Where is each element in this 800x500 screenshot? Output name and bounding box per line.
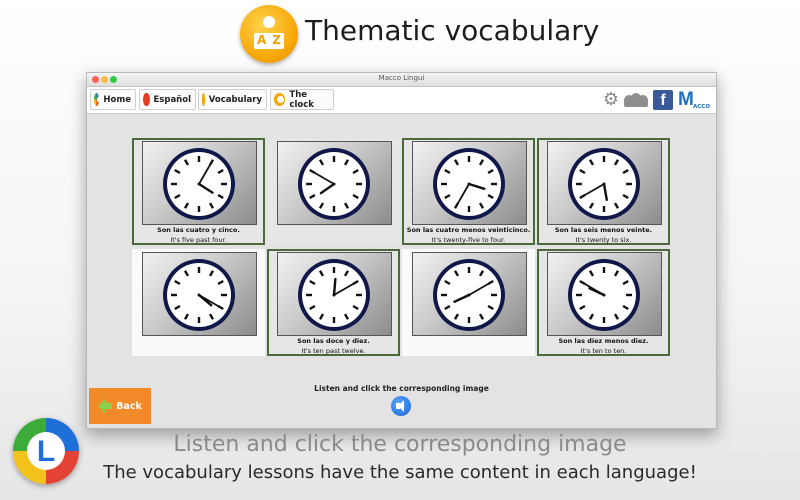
back-button[interactable]: Back	[89, 388, 151, 424]
clock-card-7[interactable]	[402, 249, 535, 356]
promo-title: Thematic vocabulary	[305, 14, 600, 47]
clock-card-english-caption: It's twenty to six.	[575, 236, 632, 244]
vocabulary-badge-icon: A Z	[240, 5, 298, 63]
tab-vocabulary[interactable]: Vocabulary	[198, 89, 267, 110]
back-button-label: Back	[116, 400, 142, 412]
back-arrow-icon	[98, 399, 113, 413]
macco-logo-letter: M	[678, 89, 694, 110]
clock-card-2[interactable]	[267, 138, 400, 245]
promo-subtitle: Listen and click the corresponding image	[173, 432, 627, 457]
app-window: Macco Lingui Home Español Vocabulary The…	[86, 72, 717, 429]
home-logo-icon	[94, 93, 105, 106]
badge-letter-z: Z	[272, 33, 281, 47]
badge-letter-a: A	[257, 33, 267, 47]
clock-card-spanish-caption: Son las cuatro y cinco.	[157, 226, 240, 234]
tab-home[interactable]: Home	[90, 89, 136, 110]
tab-espanol-label: Español	[153, 94, 192, 105]
tab-home-label: Home	[103, 94, 131, 105]
tab-espanol[interactable]: Español	[139, 89, 196, 110]
spanish-flag-icon	[143, 93, 150, 106]
clock-card-spanish-caption: Son las seis menos veinte.	[554, 226, 653, 234]
toolbar-right-icons: ⚙ f M ACCO	[603, 88, 712, 112]
clock-card-6[interactable]: Son las doce y diez. It's ten past twelve…	[267, 249, 400, 356]
clock-card-spanish-caption: Son las cuatro menos veinticinco.	[406, 226, 531, 234]
clock-card-1[interactable]: Son las cuatro y cinco. It's five past fo…	[132, 138, 265, 245]
macco-logo-text: ACCO	[693, 104, 711, 110]
clock-face-icon	[163, 148, 235, 220]
facebook-icon[interactable]: f	[653, 90, 673, 110]
speaker-icon[interactable]	[391, 396, 411, 416]
clock-card-english-caption: It's ten past twelve.	[301, 347, 366, 355]
window-title: Macco Lingui	[378, 74, 425, 82]
clock-card-3[interactable]: Son las cuatro menos veinticinco. It's tw…	[402, 138, 535, 245]
clock-card-4[interactable]: Son las seis menos veinte. It's twenty to…	[537, 138, 670, 245]
clock-card-english-caption: It's five past four.	[170, 236, 227, 244]
clock-card-8[interactable]: Son las diez menos diez. It's ten to ten.	[537, 249, 670, 356]
tab-the-clock-label: The clock	[289, 89, 314, 110]
tab-vocabulary-label: Vocabulary	[208, 94, 262, 105]
clock-face-icon	[433, 259, 505, 331]
clock-card-5[interactable]	[132, 249, 265, 356]
macco-logo-icon[interactable]: M ACCO	[678, 89, 712, 111]
title-bar: Macco Lingui	[87, 73, 716, 87]
clock-face-icon	[298, 148, 370, 220]
clock-card-english-caption: It's ten to ten.	[580, 347, 627, 355]
clock-face-icon	[163, 259, 235, 331]
clock-card-english-caption: It's twenty-five to four.	[431, 236, 506, 244]
gear-icon[interactable]: ⚙	[603, 91, 619, 109]
clock-face-icon	[298, 259, 370, 331]
clock-card-spanish-caption: Son las diez menos diez.	[558, 337, 649, 345]
clock-face-icon	[433, 148, 505, 220]
clock-card-spanish-caption: Son las doce y diez.	[297, 337, 370, 345]
tab-the-clock[interactable]: The clock	[270, 89, 334, 110]
users-icon[interactable]	[624, 93, 648, 107]
vocabulary-icon	[202, 93, 205, 106]
instruction-text: Listen and click the corresponding image	[314, 384, 489, 393]
promo-tagline: The vocabulary lessons have the same con…	[103, 462, 697, 483]
toolbar: Home Español Vocabulary The clock ⚙ f M …	[87, 87, 716, 114]
clock-face-icon	[568, 259, 640, 331]
clock-icon	[274, 93, 286, 106]
clock-face-icon	[568, 148, 640, 220]
